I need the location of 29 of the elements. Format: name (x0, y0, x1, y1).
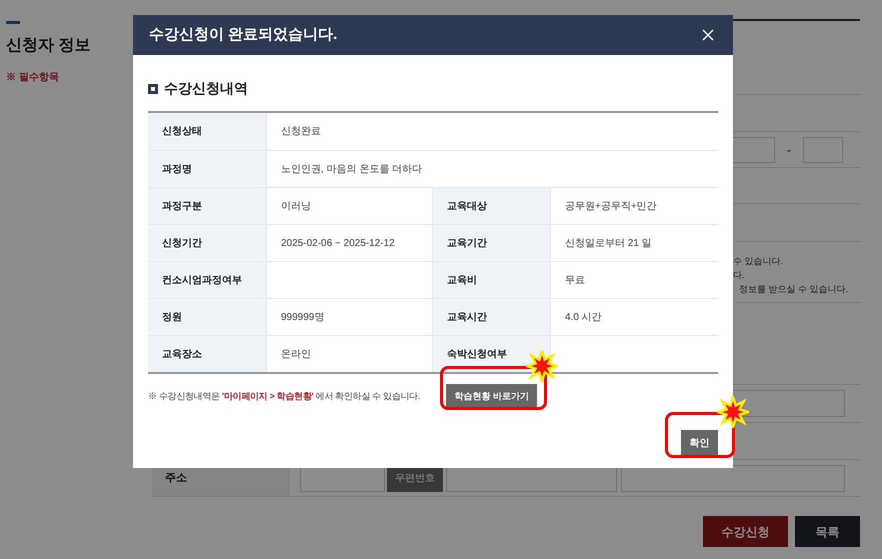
table-header-cell: 컨소시엄과정여부 (148, 262, 266, 298)
table-cell: 노인인권, 마음의 온도를 더하다 (266, 151, 718, 187)
confirm-button[interactable]: 확인 (681, 430, 718, 457)
notice-text: 정보를 받으실 수 있습니다. (738, 283, 850, 296)
table-header-cell: 교육기간 (432, 225, 550, 261)
phone-separator: - (787, 142, 791, 158)
table-header-cell: 과정명 (148, 151, 266, 187)
apply-button[interactable]: 수강신청 (703, 516, 788, 547)
notice-text: 수 있습니다. (733, 255, 784, 268)
table-cell: 공무원+공무직+민간 (550, 188, 718, 224)
table-cell: 4.0 시간 (550, 299, 718, 335)
list-button[interactable]: 목록 (795, 516, 860, 547)
table-header-cell: 교육장소 (148, 336, 266, 372)
modal-title: 수강신청이 완료되었습니다. (149, 24, 338, 45)
table-header-cell: 정원 (148, 299, 266, 335)
table-header-cell: 교육시간 (432, 299, 550, 335)
note-text: ※ 수강신청내역은 '마이페이지 > 학습현황' 에서 확인하실 수 있습니다. (148, 390, 420, 404)
table-header-cell: 교육비 (432, 262, 550, 298)
section-title: 신청자 정보 (6, 36, 92, 56)
section-heading: 수강신청내역 (164, 79, 248, 98)
table-cell: 신청일로부터 21 일 (550, 225, 718, 261)
table-cell: 신청완료 (266, 113, 718, 150)
required-note: ※ 필수항목 (6, 71, 60, 85)
table-header-cell: 과정구분 (148, 188, 266, 224)
table-header-cell: 신청상태 (148, 113, 266, 150)
table-header-cell: 신청기간 (148, 225, 266, 261)
notice-text: 다. (733, 269, 746, 282)
table-cell: 무료 (550, 262, 718, 298)
table-header-cell: 교육대상 (432, 188, 550, 224)
